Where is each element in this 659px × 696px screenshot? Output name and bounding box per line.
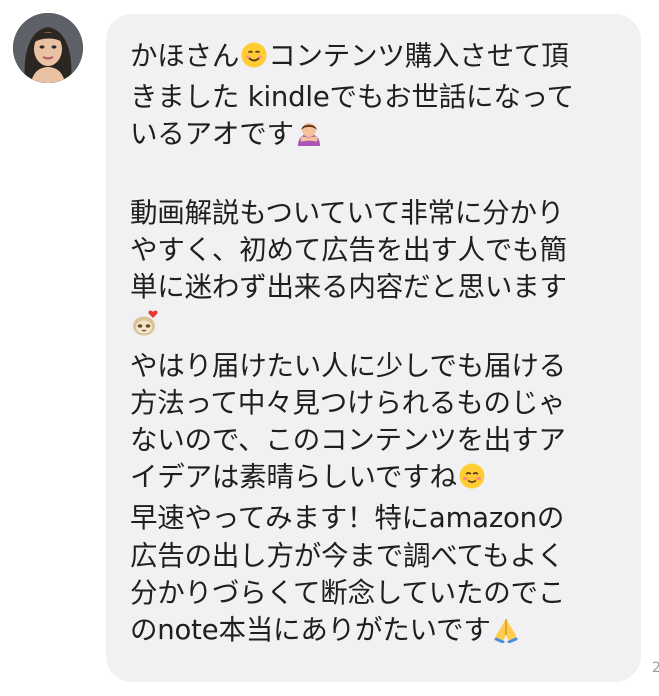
message-line: 広告の出し方が今まで調べてもよく (130, 539, 565, 572)
message-timestamp: 2 (652, 660, 659, 676)
avatar[interactable] (13, 13, 83, 83)
avatar-photo (13, 13, 83, 83)
message-line: 方法って中々見つけられるものじゃ (130, 386, 566, 419)
message-line: かほさん コンテンツ購入させて頂 (130, 38, 627, 79)
message-line: 分かりづらくて断念していたのでこ (130, 576, 566, 609)
message-line: ないので、このコンテンツを出すア (130, 424, 566, 457)
message-bubble[interactable]: かほさん コンテンツ購入させて頂 きました kindleでもお世話になって いるア… (106, 14, 641, 682)
folded-hands-emoji (492, 615, 520, 653)
person-bowing-emoji (295, 119, 323, 157)
message-line: やはり届けたい人に少しでも届ける (130, 349, 566, 382)
message-line: 動画解説もついていて非常に分かり (130, 196, 565, 229)
message-line-blank (130, 158, 627, 195)
message-line: のnote本当にありがたいです (130, 612, 627, 653)
message-line: きました kindleでもお世話になって (130, 81, 574, 114)
message-line: いるアオです (130, 116, 627, 157)
smiling-face-emoji (240, 41, 268, 79)
message-line: 単に迷わず出来る内容だと思います (130, 271, 567, 304)
message-line: やすく、初めて広告を出す人でも簡 (130, 234, 567, 266)
message-line: 早速やってみます！特にamazonの (130, 502, 565, 535)
sloth-heart-emoji (131, 309, 161, 347)
smiling-face-blush-emoji (458, 462, 486, 500)
message-line (130, 306, 627, 347)
message-line: イデアは素晴らしいですね (130, 459, 627, 500)
message-text: かほさん コンテンツ購入させて頂 きました kindleでもお世話になって いるア… (130, 38, 627, 653)
